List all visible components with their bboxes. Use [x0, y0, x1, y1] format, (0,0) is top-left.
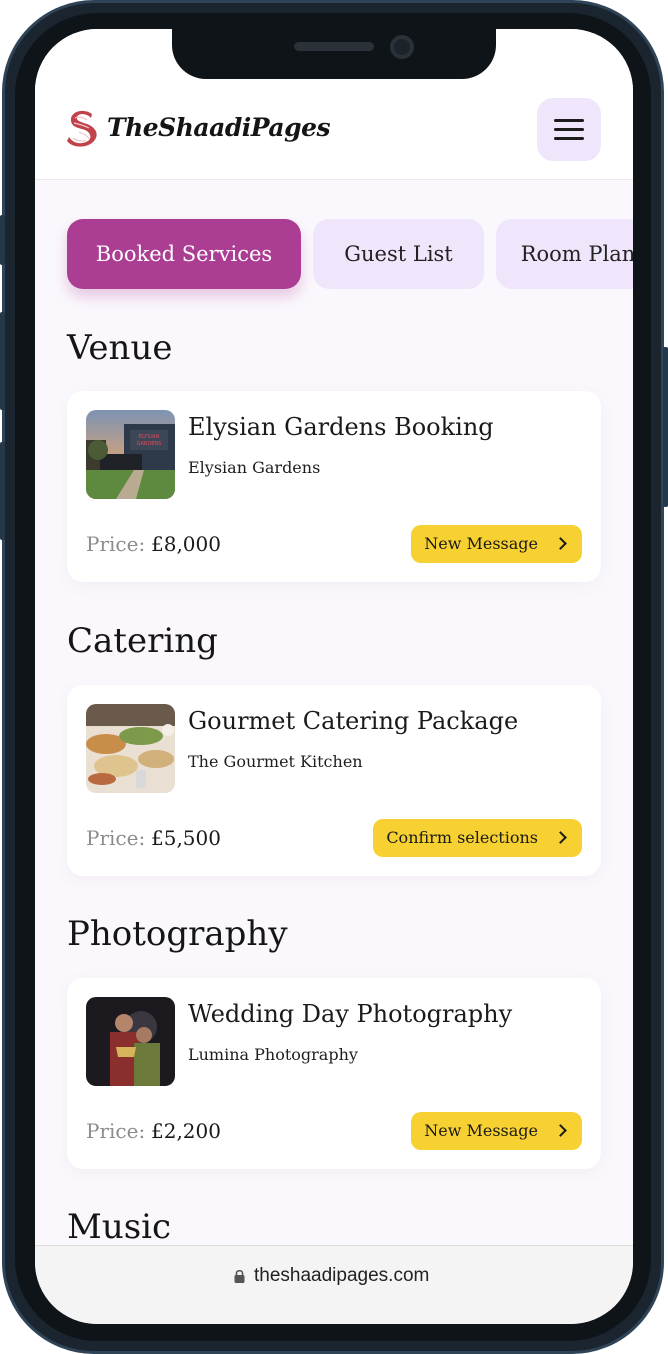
- section-title-music: Music: [67, 1207, 172, 1247]
- tab-room-plan[interactable]: Room Plan: [496, 219, 633, 289]
- side-button-mute: [0, 215, 5, 265]
- action-label: New Message: [424, 534, 538, 553]
- browser-address-bar[interactable]: theshaadipages.com: [35, 1245, 633, 1324]
- chevron-right-icon: [554, 537, 567, 550]
- action-label: Confirm selections: [386, 828, 538, 847]
- side-button-power: [663, 347, 668, 507]
- phone-notch: [172, 29, 496, 79]
- brand-name[interactable]: TheShaadiPages: [107, 113, 331, 142]
- section-title-venue: Venue: [67, 328, 173, 368]
- hamburger-menu-icon-line: [554, 128, 584, 131]
- hamburger-menu-icon: [554, 119, 584, 122]
- chevron-right-icon: [554, 1124, 567, 1137]
- service-title: Elysian Gardens Booking: [188, 413, 494, 441]
- new-message-button[interactable]: New Message: [411, 1112, 582, 1150]
- hamburger-menu-icon-line: [554, 137, 584, 140]
- price-label: Price:: [86, 826, 146, 850]
- new-message-button[interactable]: New Message: [411, 525, 582, 563]
- catering-thumbnail: [86, 704, 175, 793]
- price-value: £2,200: [151, 1119, 221, 1143]
- price-value: £8,000: [151, 532, 221, 556]
- vendor-name: The Gourmet Kitchen: [188, 752, 363, 771]
- vendor-name: Elysian Gardens: [188, 458, 321, 477]
- confirm-selections-button[interactable]: Confirm selections: [373, 819, 582, 857]
- tab-guest-list[interactable]: Guest List: [313, 219, 484, 289]
- service-title: Wedding Day Photography: [188, 1000, 513, 1028]
- hamburger-menu-button[interactable]: [537, 98, 601, 161]
- venue-sign-text: ELYSIAN: [139, 434, 159, 440]
- venue-thumbnail: ELYSIAN GARDENS: [86, 410, 175, 499]
- service-title: Gourmet Catering Package: [188, 707, 519, 735]
- side-button-volume-down: [0, 442, 5, 540]
- lock-icon: [234, 1269, 245, 1283]
- price-label: Price:: [86, 532, 146, 556]
- notch-speaker: [294, 42, 374, 51]
- booked-service-card-photography[interactable]: Wedding Day Photography Lumina Photograp…: [67, 978, 601, 1169]
- phone-screen: TheShaadiPages Booked Services Guest List…: [35, 29, 633, 1324]
- booked-service-card-venue[interactable]: ELYSIAN GARDENS Elysian Gardens Booking …: [67, 391, 601, 582]
- venue-sign-text-2: GARDENS: [137, 441, 162, 447]
- section-title-catering: Catering: [67, 621, 218, 661]
- s-monogram-logo-icon[interactable]: [65, 109, 101, 147]
- vendor-name: Lumina Photography: [188, 1045, 358, 1064]
- chevron-right-icon: [554, 831, 567, 844]
- booked-service-card-catering[interactable]: Gourmet Catering Package The Gourmet Kit…: [67, 685, 601, 876]
- price-value: £5,500: [151, 826, 221, 850]
- browser-url[interactable]: theshaadipages.com: [254, 1265, 429, 1287]
- notch-camera: [390, 35, 414, 59]
- section-title-photography: Photography: [67, 914, 288, 954]
- tab-booked-services[interactable]: Booked Services: [67, 219, 301, 289]
- price-label: Price:: [86, 1119, 146, 1143]
- side-button-volume-up: [0, 312, 5, 410]
- service-tabs: Booked Services Guest List Room Plan: [67, 219, 633, 289]
- action-label: New Message: [424, 1121, 538, 1140]
- photography-thumbnail: [86, 997, 175, 1086]
